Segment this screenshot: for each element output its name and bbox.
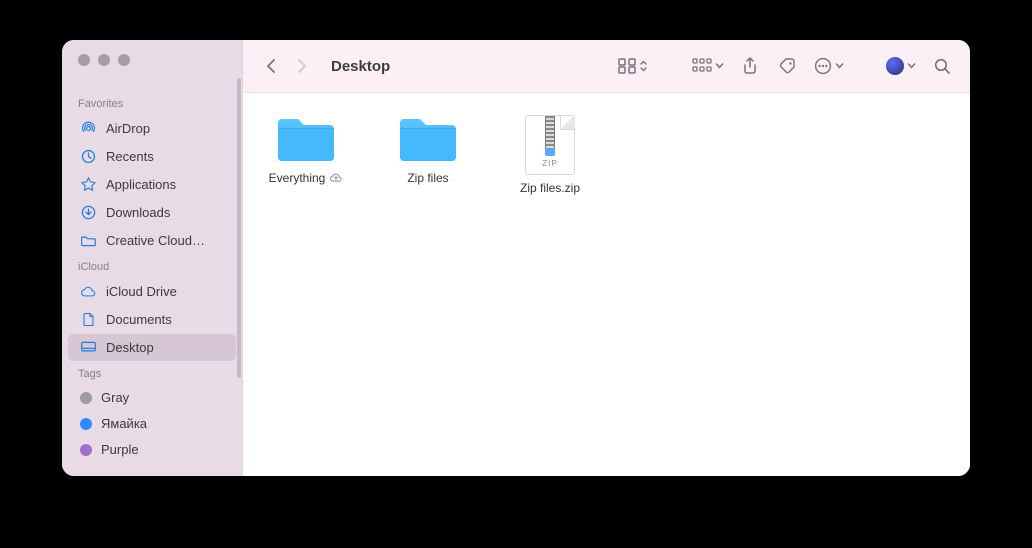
file-item[interactable]: Zip files — [383, 115, 473, 195]
file-item[interactable]: ZIP Zip files.zip — [505, 115, 595, 195]
file-item-label: Everything — [269, 171, 344, 185]
sidebar-item-label: Purple — [101, 442, 139, 457]
sidebar-section-title: Favorites — [62, 92, 242, 114]
zip-file-icon: ZIP — [525, 115, 575, 175]
account-avatar — [886, 57, 904, 75]
file-item-label: Zip files.zip — [520, 181, 580, 195]
more-button[interactable] — [812, 57, 846, 75]
sidebar-item-tag-gray[interactable]: Gray — [68, 385, 236, 410]
chevron-updown-icon — [639, 60, 648, 72]
sidebar-item-tag-purple[interactable]: Purple — [68, 437, 236, 462]
document-icon — [80, 311, 97, 328]
sidebar-item-label: Recents — [106, 149, 154, 164]
window-controls — [62, 40, 242, 92]
sidebar-item-label: Ямайка — [101, 416, 147, 431]
chevron-down-icon — [715, 62, 724, 70]
airdrop-icon — [80, 120, 97, 137]
download-icon — [80, 204, 97, 221]
sidebar-item-label: iCloud Drive — [106, 284, 177, 299]
sidebar-section-title: iCloud — [62, 255, 242, 277]
chevron-down-icon — [835, 62, 844, 70]
sidebar-item-label: Documents — [106, 312, 172, 327]
sidebar-item-label: Applications — [106, 177, 176, 192]
zoom-dot[interactable] — [118, 54, 130, 66]
minimize-dot[interactable] — [98, 54, 110, 66]
toolbar: Desktop — [243, 40, 970, 93]
file-item-label: Zip files — [407, 171, 448, 185]
sidebar-item-airdrop[interactable]: AirDrop — [68, 115, 236, 142]
sidebar-item-desktop[interactable]: Desktop — [68, 334, 236, 361]
close-dot[interactable] — [78, 54, 90, 66]
account-button[interactable] — [884, 57, 918, 75]
clock-icon — [80, 148, 97, 165]
group-by-button[interactable] — [690, 58, 726, 74]
content-area[interactable]: Everything Zip files ZIP Zip files.zip — [243, 93, 970, 476]
location-title: Desktop — [331, 58, 390, 75]
cloud-status-icon — [329, 172, 343, 184]
sidebar-scrollbar[interactable] — [237, 78, 241, 378]
sidebar-item-label: Downloads — [106, 205, 170, 220]
chevron-down-icon — [907, 62, 916, 70]
tag-dot-icon — [80, 392, 92, 404]
share-button[interactable] — [736, 52, 764, 80]
tag-dot-icon — [80, 444, 92, 456]
sidebar-item-ccloud[interactable]: Creative Cloud… — [68, 227, 236, 254]
sidebar-item-label: Desktop — [106, 340, 154, 355]
sidebar-item-apps[interactable]: Applications — [68, 171, 236, 198]
sidebar-item-label: Creative Cloud… — [106, 233, 205, 248]
sidebar: Favorites AirDrop Recents Applications Downl… — [62, 40, 243, 476]
sidebar-item-docs[interactable]: Documents — [68, 306, 236, 333]
desktop-icon — [80, 339, 97, 356]
forward-button[interactable] — [287, 52, 315, 80]
sidebar-item-tag-blue[interactable]: Ямайка — [68, 411, 236, 436]
sidebar-item-icloud[interactable]: iCloud Drive — [68, 278, 236, 305]
finder-main: Desktop — [243, 40, 970, 476]
sidebar-item-label: Gray — [101, 390, 129, 405]
cloud-icon — [80, 283, 97, 300]
sidebar-section-title: Tags — [62, 362, 242, 384]
folder-icon — [80, 232, 97, 249]
apps-icon — [80, 176, 97, 193]
sidebar-item-downloads[interactable]: Downloads — [68, 199, 236, 226]
file-item[interactable]: Everything — [261, 115, 351, 195]
tag-dot-icon — [80, 418, 92, 430]
view-mode-button[interactable] — [616, 58, 650, 74]
back-button[interactable] — [257, 52, 285, 80]
sidebar-item-label: AirDrop — [106, 121, 150, 136]
folder-icon — [396, 115, 460, 165]
finder-window: Favorites AirDrop Recents Applications Downl… — [62, 40, 970, 476]
sidebar-item-recents[interactable]: Recents — [68, 143, 236, 170]
tags-button[interactable] — [774, 52, 802, 80]
folder-icon — [274, 115, 338, 165]
search-button[interactable] — [928, 52, 956, 80]
